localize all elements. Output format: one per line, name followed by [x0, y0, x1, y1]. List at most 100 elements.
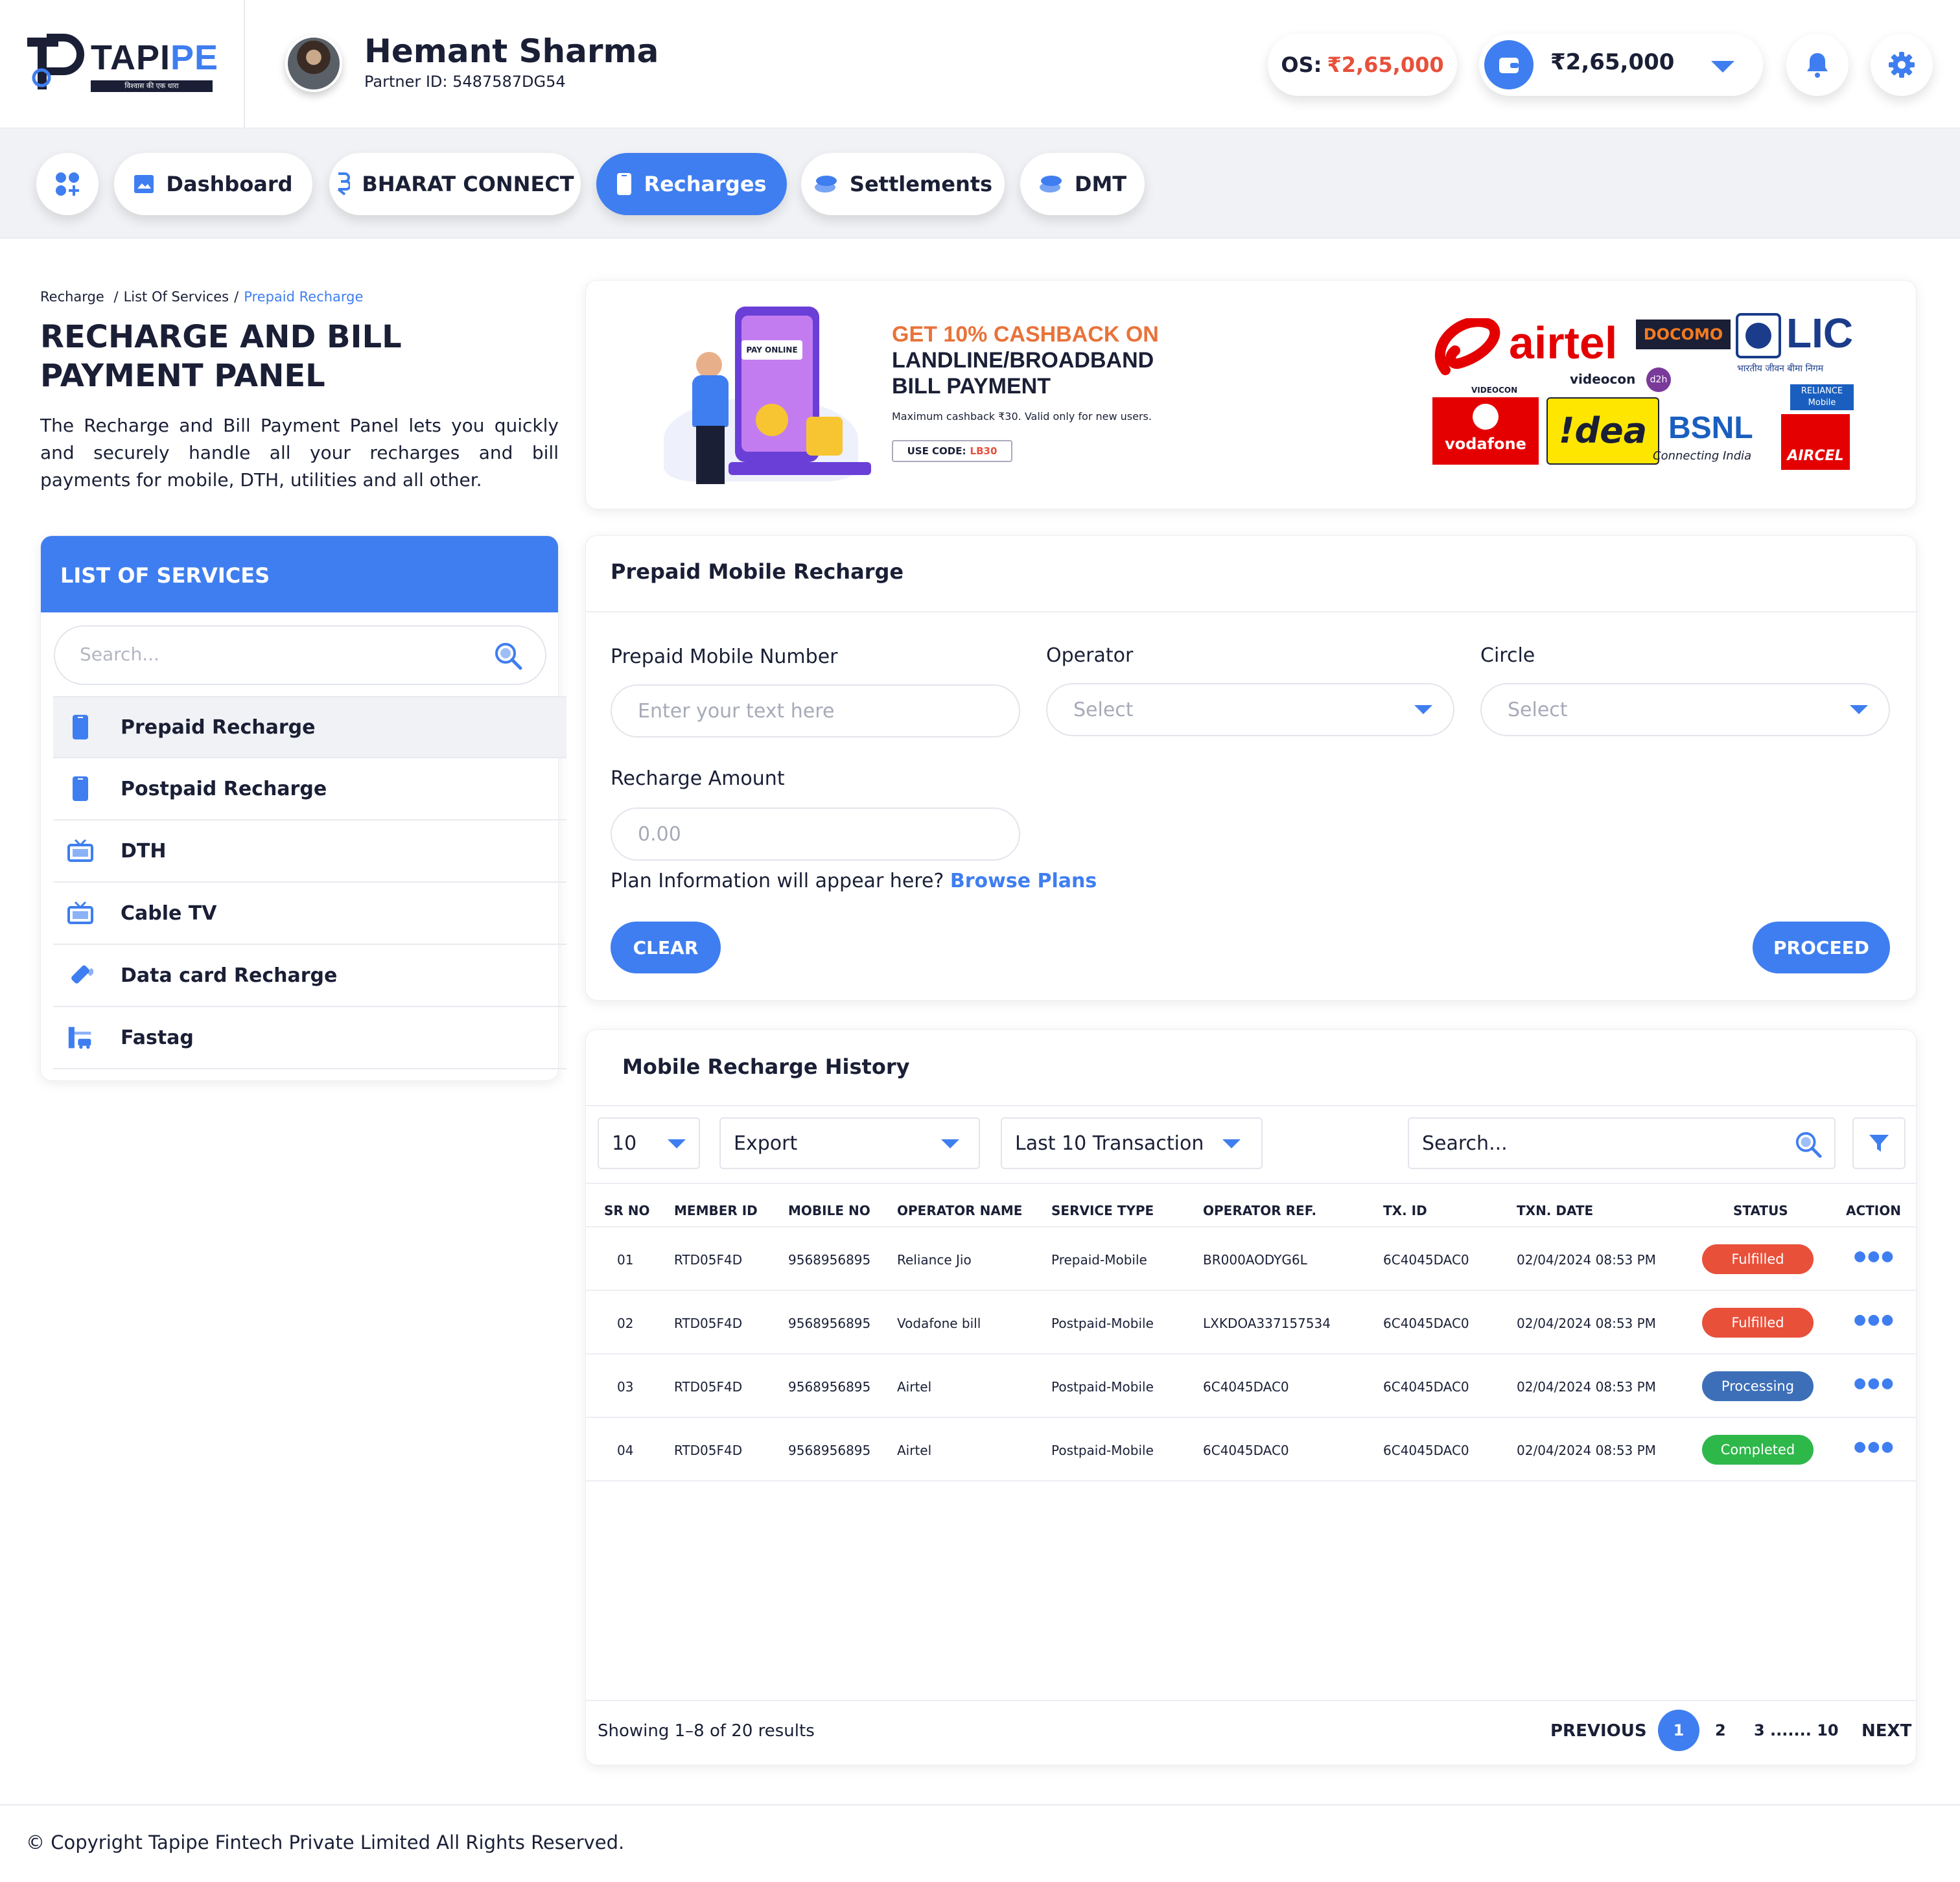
breadcrumb-prepaid-recharge: Prepaid Recharge — [244, 289, 364, 305]
filter-icon — [1869, 1135, 1889, 1152]
copyright: © Copyright Tapipe Fintech Private Limit… — [26, 1831, 625, 1853]
service-item-fastag[interactable]: Fastag — [53, 1007, 566, 1069]
cell-member-id: RTD05F4D — [674, 1252, 743, 1268]
avatar[interactable] — [285, 35, 342, 92]
promo-banner[interactable]: PAY ONLINE GET 10% CASHBACK ON LANDLINE/… — [585, 280, 1917, 509]
promo-code-box: USE CODE: LB30 — [892, 440, 1012, 462]
docomo-logo: DOCOMO — [1636, 319, 1731, 349]
brand-logo[interactable]: TAPIPE विश्वास की एक धारा — [25, 34, 218, 93]
more-actions-icon[interactable]: ●●● — [1854, 1312, 1895, 1328]
operator-logos: airtel DOCOMO LIC भारतीय जीवन बीमा निगम … — [1432, 310, 1854, 475]
cell-operator: Airtel — [897, 1443, 932, 1458]
reliance-logo: RELIANCE Mobile — [1790, 384, 1854, 410]
pagination-next[interactable]: NEXT — [1861, 1721, 1911, 1741]
promo-headline-3: BILL PAYMENT — [892, 374, 1051, 399]
gear-icon[interactable] — [1871, 34, 1933, 96]
breadcrumb-recharge[interactable]: Recharge — [40, 289, 104, 305]
chevron-down-icon — [1850, 705, 1868, 714]
lic-subtitle: भारतीय जीवन बीमा निगम — [1737, 364, 1824, 374]
wallet-icon — [1484, 40, 1534, 89]
breadcrumb-list-of-services[interactable]: List Of Services — [124, 289, 229, 305]
range-select[interactable]: Last 10 Transaction — [1001, 1117, 1263, 1169]
clear-button[interactable]: CLEAR — [611, 922, 721, 973]
cell-sr: 02 — [617, 1316, 634, 1331]
export-select[interactable]: Export — [719, 1117, 980, 1169]
col-header: SERVICE TYPE — [1051, 1203, 1154, 1218]
operator-select-value: Select — [1073, 698, 1134, 721]
chevron-down-icon — [1711, 61, 1734, 73]
pagination-page-1[interactable]: 1 — [1658, 1710, 1699, 1751]
search-icon[interactable] — [1794, 1130, 1823, 1159]
videocon-label: VIDEOCON — [1471, 386, 1518, 395]
pagination-page-2[interactable]: 2 — [1715, 1721, 1726, 1739]
brand-tagline: विश्वास की एक धारा — [91, 80, 213, 92]
tab-dashboard-label: Dashboard — [166, 172, 293, 196]
apps-menu-button[interactable] — [36, 153, 99, 215]
results-summary: Showing 1–8 of 20 results — [598, 1721, 815, 1741]
circle-select-value: Select — [1508, 698, 1568, 721]
cell-tx-id: 6C4045DAC0 — [1383, 1443, 1469, 1458]
cell-mobile: 9568956895 — [788, 1252, 871, 1268]
services-search-input[interactable]: Search... — [54, 625, 546, 685]
tab-bharat-connect-label: BHARAT CONNECT — [362, 172, 574, 196]
d2h-badge: d2h — [1646, 367, 1671, 392]
more-actions-icon[interactable]: ●●● — [1854, 1439, 1895, 1455]
browse-plans-link[interactable]: Browse Plans — [950, 870, 1097, 892]
tab-recharges[interactable]: Recharges — [596, 153, 787, 215]
more-actions-icon[interactable]: ●●● — [1854, 1248, 1895, 1264]
tab-settlements[interactable]: Settlements — [801, 153, 1005, 215]
page-description: The Recharge and Bill Payment Panel lets… — [40, 415, 559, 491]
brand-name-1: TAPI — [91, 38, 170, 77]
recharge-amount-input[interactable]: 0.00 — [611, 807, 1020, 861]
search-icon[interactable] — [493, 641, 523, 671]
tab-dashboard[interactable]: Dashboard — [114, 153, 312, 215]
os-value: ₹2,65,000 — [1327, 52, 1444, 77]
cell-operator: Reliance Jio — [897, 1252, 972, 1268]
more-actions-icon[interactable]: ●●● — [1854, 1375, 1895, 1391]
status-badge: Completed — [1702, 1435, 1814, 1465]
tab-bharat-connect[interactable]: BHARAT CONNECT — [329, 153, 581, 215]
os-label: OS: — [1281, 52, 1322, 77]
user-name: Hemant Sharma — [364, 32, 659, 70]
circle-select[interactable]: Select — [1480, 683, 1890, 736]
cell-date: 02/04/2024 08:53 PM — [1517, 1252, 1656, 1268]
col-header: SR NO — [604, 1203, 650, 1218]
service-item-label: Cable TV — [121, 901, 217, 925]
service-item-cable-tv[interactable]: Cable TV — [53, 883, 566, 945]
cell-operator: Airtel — [897, 1379, 932, 1395]
cell-ref: 6C4045DAC0 — [1203, 1379, 1289, 1395]
bell-icon[interactable] — [1786, 34, 1849, 96]
service-item-label: Fastag — [121, 1026, 194, 1049]
service-item-data-card[interactable]: Data card Recharge — [53, 945, 566, 1007]
partner-id: Partner ID: 5487587DG54 — [364, 73, 566, 91]
cell-service: Prepaid-Mobile — [1051, 1252, 1147, 1268]
page-size-value: 10 — [612, 1132, 637, 1155]
col-header: TX. ID — [1383, 1203, 1427, 1218]
plan-info: Plan Information will appear here? Brows… — [611, 870, 1097, 892]
tab-recharges-label: Recharges — [644, 172, 767, 196]
mobile-icon — [67, 776, 93, 802]
cell-sr: 03 — [617, 1379, 634, 1395]
pay-online-label: PAY ONLINE — [741, 340, 802, 360]
page-size-select[interactable]: 10 — [598, 1117, 700, 1169]
status-badge: Processing — [1702, 1371, 1814, 1401]
brand-logo-mark — [27, 34, 84, 89]
tab-dmt[interactable]: DMT — [1020, 153, 1145, 215]
mobile-number-input[interactable]: Enter your text here — [611, 684, 1020, 738]
promo-code-label: USE CODE: — [907, 445, 966, 457]
bsnl-logo: BSNL — [1668, 411, 1753, 445]
page-title-line-2: PAYMENT PANEL — [40, 358, 325, 394]
pagination-page-range[interactable]: 3 ....... 10 — [1754, 1721, 1839, 1739]
history-search-input[interactable]: Search... — [1408, 1117, 1836, 1169]
service-item-prepaid-recharge[interactable]: Prepaid Recharge — [53, 696, 566, 758]
services-title: LIST OF SERVICES — [60, 563, 270, 588]
filter-button[interactable] — [1852, 1117, 1906, 1169]
col-header: MOBILE NO — [788, 1203, 870, 1218]
service-item-dth[interactable]: DTH — [53, 820, 566, 883]
pagination-previous[interactable]: PREVIOUS — [1550, 1721, 1647, 1741]
service-item-postpaid-recharge[interactable]: Postpaid Recharge — [53, 758, 566, 820]
proceed-button[interactable]: PROCEED — [1753, 922, 1890, 973]
wallet-dropdown[interactable]: ₹2,65,000 — [1479, 34, 1763, 96]
operator-select[interactable]: Select — [1046, 683, 1454, 736]
os-balance[interactable]: OS: ₹2,65,000 — [1268, 34, 1457, 96]
